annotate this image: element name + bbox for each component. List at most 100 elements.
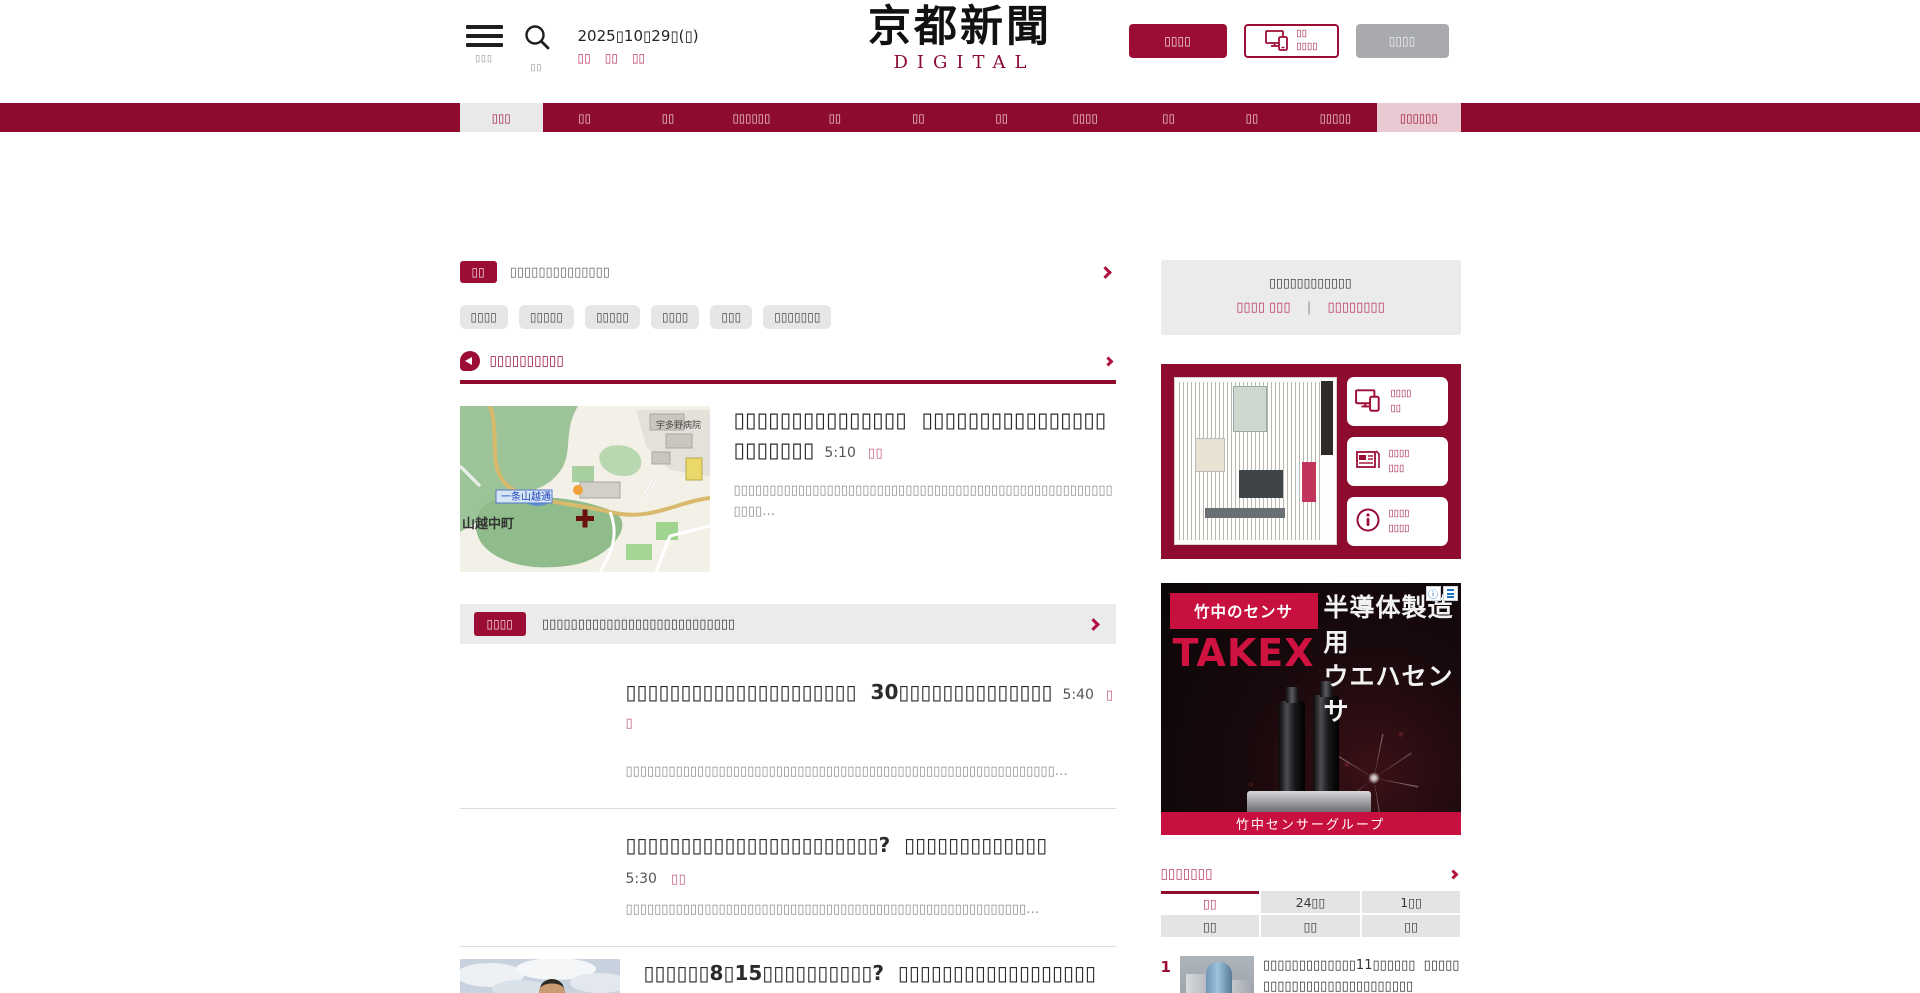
paper-viewer-button[interactable]: ▯▯ ▯▯▯▯ — [1243, 24, 1339, 58]
svg-text:一条山越通: 一条山越通 — [501, 490, 551, 503]
nav-item-8[interactable]: ▯▯▯▯ — [1043, 103, 1126, 132]
main-column: ▯▯ ▯▯▯▯▯▯▯▯▯▯▯▯▯▯ ▯▯▯▯ ▯▯▯▯▯ ▯▯▯▯▯ ▯▯▯▯ … — [459, 260, 1116, 993]
breaking-headline: ▯▯▯▯▯▯▯▯▯▯▯▯▯▯ — [509, 264, 610, 280]
ranking-item-1[interactable]: 1 ▯▯▯▯▯▯▯▯▯▯▯▯▯11▯▯▯▯▯▯ ▯▯▯▯▯▯▯▯▯▯▯▯▯▯▯▯… — [1161, 956, 1461, 993]
ad-footer: 竹中センサーグループ — [1160, 812, 1461, 835]
subscription-panel: ▯▯▯▯ ▯▯ ▯▯▯▯ ▯▯▯ ▯▯▯▯ ▯▯▯▯ — [1160, 364, 1461, 559]
logo-subtitle: DIGITAL — [893, 52, 1036, 74]
article-2-excerpt: ▯▯▯▯▯▯▯▯▯▯▯▯▯▯▯▯▯▯▯▯▯▯▯▯▯▯▯▯▯▯▯▯▯▯▯▯▯▯▯▯… — [625, 763, 1068, 779]
notice-text: ▯▯▯▯▯▯▯▯▯▯▯▯▯▯▯▯▯▯▯▯▯▯▯▯▯▯▯ — [541, 616, 736, 632]
viewer-label-line2: ▯▯▯▯ — [1296, 41, 1318, 52]
info-link-2[interactable]: ▯▯▯▯▯▯▯▯ — [1328, 300, 1385, 315]
ranking-tab-cat3[interactable]: ▯▯ — [1361, 915, 1461, 937]
notice-badge: ▯▯▯▯ — [473, 612, 526, 636]
nav-item-9[interactable]: ▯▯ — [1127, 103, 1210, 132]
kyoto-shimbun-digital-page: ▯▯▯ ▯▯ 2025▯10▯29▯(▯) ▯▯ ▯▯ ▯▯ 京都新聞 DIGI… — [0, 0, 1920, 993]
article-4-title[interactable]: ▯▯▯▯▯▯8▯15▯▯▯▯▯▯▯▯▯▯? ▯▯▯▯▯▯▯▯▯▯▯▯▯▯▯▯▯▯ — [644, 959, 1116, 987]
article-1-tag: ▯▯ — [867, 445, 884, 461]
section-mark-icon — [459, 351, 480, 371]
topic-tags: ▯▯▯▯ ▯▯▯▯▯ ▯▯▯▯▯ ▯▯▯▯ ▯▯▯ ▯▯▯▯▯▯▯ — [459, 305, 1116, 329]
nav-item-6[interactable]: ▯▯ — [877, 103, 960, 132]
ad-brand-logo: TAKEX — [1172, 631, 1315, 675]
current-date: 2025▯10▯29▯(▯) — [577, 27, 699, 45]
svg-text:山越中町: 山越中町 — [462, 516, 514, 532]
tag-chip-3[interactable]: ▯▯▯▯▯ — [584, 305, 640, 329]
ranking-tab-24h[interactable]: 24▯▯ — [1261, 891, 1360, 913]
svg-text:宇多野病院: 宇多野病院 — [656, 419, 701, 431]
nav-item-5[interactable]: ▯▯ — [793, 103, 876, 132]
article-4-photo-thumbnail[interactable] — [459, 959, 620, 993]
article-3-title[interactable]: ▯▯▯▯▯▯▯▯▯▯▯▯▯▯▯▯▯▯▯▯▯▯▯? ▯▯▯▯▯▯▯▯▯▯▯▯▯ — [626, 831, 1116, 859]
article-1-time: 5:10 — [824, 444, 856, 461]
breaking-news-row[interactable]: ▯▯ ▯▯▯▯▯▯▯▯▯▯▯▯▯▯ — [459, 260, 1116, 284]
edition-link-2[interactable]: ▯▯ — [605, 51, 618, 65]
article-4: ▯▯▯▯▯▯8▯15▯▯▯▯▯▯▯▯▯▯? ▯▯▯▯▯▯▯▯▯▯▯▯▯▯▯▯▯▯… — [459, 947, 1116, 993]
nav-item-2[interactable]: ▯▯ — [543, 103, 626, 132]
person-photo-image — [459, 959, 620, 993]
ranking-tab-1w[interactable]: 1▯▯ — [1361, 891, 1461, 913]
notice-banner[interactable]: ▯▯▯▯ ▯▯▯▯▯▯▯▯▯▯▯▯▯▯▯▯▯▯▯▯▯▯▯▯▯▯▯ — [459, 604, 1116, 644]
ad-headline: 半導体製造用 ウエハセンサ — [1323, 593, 1454, 726]
newspaper-icon — [1355, 448, 1381, 475]
tag-chip-2[interactable]: ▯▯▯▯▯ — [518, 305, 574, 329]
article-1-title[interactable]: ▯▯▯▯▯▯▯▯▯▯▯▯▯▯▯ ▯▯▯▯▯▯▯▯▯▯▯▯▯▯▯▯▯▯▯▯▯▯▯ 5… — [734, 406, 1116, 466]
article-1-map-thumbnail[interactable]: 一条山越通 山越中町 宇多野病院 — [459, 406, 710, 572]
ranking-item-text: ▯▯▯▯▯▯▯▯▯▯▯▯▯11▯▯▯▯▯▯ ▯▯▯▯▯▯▯▯▯▯▯▯▯▯▯▯▯▯… — [1262, 958, 1460, 993]
ad-info-icon[interactable]: ⓘ — [1425, 586, 1441, 601]
search-icon — [522, 23, 552, 56]
viewer-panel-button[interactable]: ▯▯▯▯ ▯▯ — [1346, 377, 1448, 426]
article-1-excerpt: ▯▯▯▯▯▯▯▯▯▯▯▯▯▯▯▯▯▯▯▯▯▯▯▯▯▯▯▯▯▯▯▯▯▯▯▯▯▯▯▯… — [733, 482, 1113, 520]
subscriber-info-box: ▯▯▯▯▯▯▯▯▯▯▯▯ ▯▯▯▯ ▯▯▯ ｜ ▯▯▯▯▯▯▯▯ — [1160, 260, 1461, 335]
tag-chip-1[interactable]: ▯▯▯▯ — [459, 305, 508, 329]
logo-title: 京都新聞 — [868, 2, 1052, 52]
tag-chip-5[interactable]: ▯▯▯ — [710, 305, 753, 329]
article-2-title[interactable]: ▯▯▯▯▯▯▯▯▯▯▯▯▯▯▯▯▯▯▯▯▯ 30▯▯▯▯▯▯▯▯▯▯▯▯▯▯ 5:… — [626, 678, 1116, 735]
site-logo[interactable]: 京都新聞 DIGITAL — [868, 2, 1052, 74]
article-2-time: 5:40 — [1062, 687, 1094, 703]
nav-item-member[interactable]: ▯▯▯▯▯▯ — [1377, 103, 1461, 132]
article-3-thumbnail-placeholder[interactable] — [460, 831, 602, 920]
info-link-1[interactable]: ▯▯▯▯ ▯▯▯ — [1236, 300, 1290, 315]
chevron-right-icon — [1086, 617, 1100, 631]
newspaper-frontpage-image[interactable] — [1173, 377, 1337, 545]
menu-button[interactable]: ▯▯▯ — [465, 25, 503, 64]
nav-item-11[interactable]: ▯▯▯▯▯ — [1294, 103, 1377, 132]
tag-chip-6[interactable]: ▯▯▯▯▯▯▯ — [763, 305, 832, 329]
site-header: ▯▯▯ ▯▯ 2025▯10▯29▯(▯) ▯▯ ▯▯ ▯▯ 京都新聞 DIGI… — [0, 0, 1920, 103]
nav-item-10[interactable]: ▯▯ — [1210, 103, 1293, 132]
ad-brand-tagline: 竹中のセンサ — [1169, 593, 1318, 629]
ranking-tab-cat1[interactable]: ▯▯ — [1160, 915, 1260, 937]
ranking-number: 1 — [1160, 958, 1171, 976]
ranking-tabs: ▯▯ 24▯▯ 1▯▯ ▯▯ ▯▯ ▯▯ — [1160, 891, 1461, 937]
article-2-thumbnail-placeholder[interactable] — [460, 678, 602, 782]
date-block: 2025▯10▯29▯(▯) ▯▯ ▯▯ ▯▯ — [578, 27, 699, 65]
edition-link-1[interactable]: ▯▯ — [578, 51, 591, 65]
news-section-header[interactable]: ▯▯▯▯▯▯▯▯▯▯ — [459, 351, 1116, 384]
info-box-text: ▯▯▯▯▯▯▯▯▯▯▯▯ — [1269, 275, 1352, 290]
ranking-tab-cat2[interactable]: ▯▯ — [1261, 915, 1360, 937]
menu-label: ▯▯▯ — [475, 53, 493, 63]
ranking-header[interactable]: ▯▯▯▯▯▯▯ — [1161, 866, 1461, 882]
nav-item-top[interactable]: ▯▯▯ — [459, 103, 543, 132]
ranking-title: ▯▯▯▯▯▯▯ — [1160, 866, 1213, 882]
devices-icon — [1264, 29, 1291, 54]
backnumber-panel-button[interactable]: ▯▯▯▯ ▯▯▯ — [1346, 437, 1448, 486]
tag-chip-4[interactable]: ▯▯▯▯ — [650, 305, 700, 329]
article-2: ▯▯▯▯▯▯▯▯▯▯▯▯▯▯▯▯▯▯▯▯▯ 30▯▯▯▯▯▯▯▯▯▯▯▯▯▯ 5:… — [460, 678, 1116, 782]
adchoices-icon[interactable] — [1442, 586, 1458, 601]
ranking-tab-now[interactable]: ▯▯ — [1160, 891, 1260, 913]
devices-icon — [1354, 388, 1383, 415]
nav-item-7[interactable]: ▯▯ — [960, 103, 1043, 132]
sidebar: ▯▯▯▯▯▯▯▯▯▯▯▯ ▯▯▯▯ ▯▯▯ ｜ ▯▯▯▯▯▯▯▯ ▯▯▯▯ ▯▯… — [1160, 260, 1461, 993]
login-button[interactable]: ▯▯▯▯ — [1355, 24, 1449, 58]
info-panel-button[interactable]: ▯▯▯▯ ▯▯▯▯ — [1346, 497, 1448, 546]
ranking-thumbnail-building — [1179, 956, 1254, 993]
takex-ad[interactable]: 竹中のセンサ TAKEX 半導体製造用 ウエハセンサ ⓘ 竹中センサーグループ — [1160, 583, 1461, 835]
search-button[interactable]: ▯▯ — [522, 23, 552, 73]
nav-item-4[interactable]: ▯▯▯▯▯▯ — [710, 103, 793, 132]
breaking-badge: ▯▯ — [459, 261, 497, 283]
article-3-tag: ▯▯ — [670, 871, 687, 887]
edition-link-3[interactable]: ▯▯ — [632, 51, 645, 65]
nav-item-3[interactable]: ▯▯ — [626, 103, 709, 132]
register-button[interactable]: ▯▯▯▯ — [1128, 24, 1227, 58]
